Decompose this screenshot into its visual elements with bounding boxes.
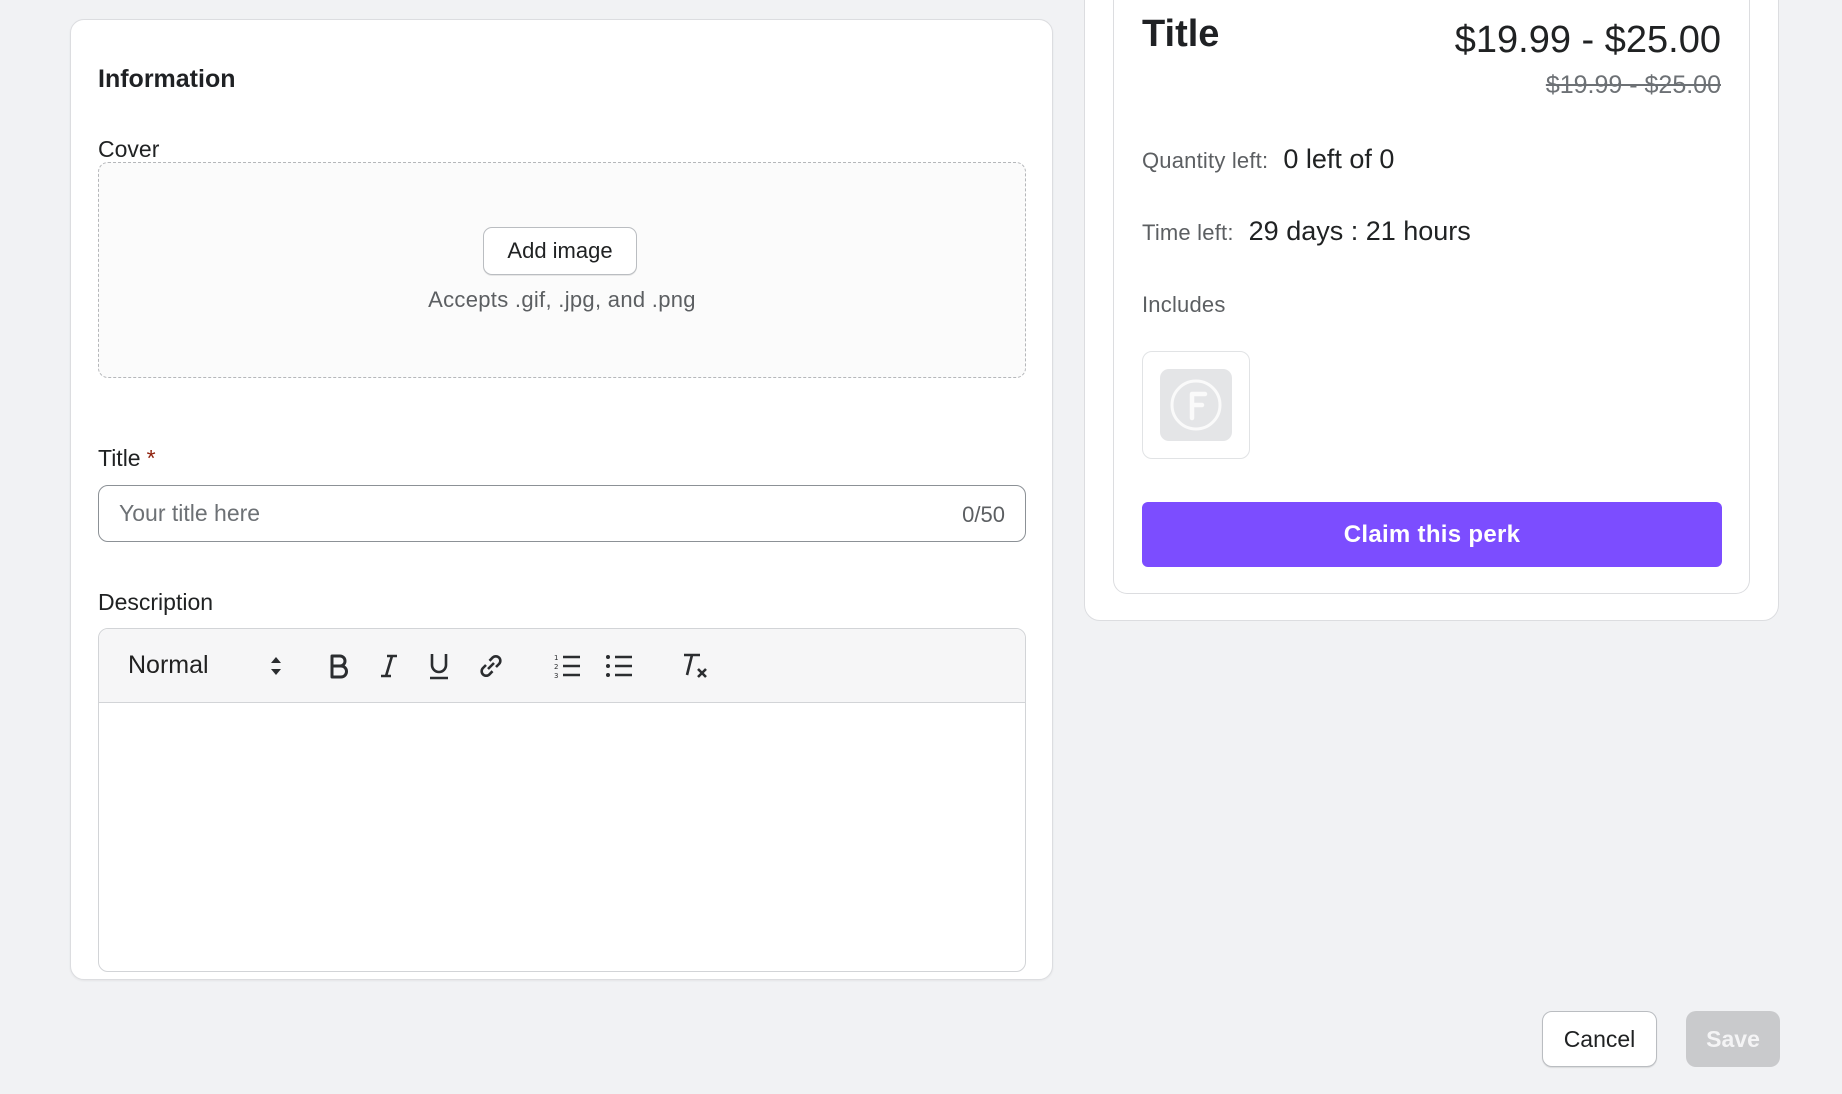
accepted-formats-text: Accepts .gif, .jpg, and .png	[428, 287, 696, 312]
time-left-row: Time left: 29 days : 21 hours	[1142, 216, 1471, 247]
link-icon[interactable]	[473, 648, 509, 684]
perk-preview-card: Title $19.99 - $25.00 $19.99 - $25.00 Qu…	[1113, 0, 1750, 594]
text-format-value: Normal	[128, 651, 209, 679]
underline-icon[interactable]	[421, 648, 457, 684]
quantity-left-label: Quantity left:	[1142, 148, 1269, 173]
included-item-thumbnail[interactable]	[1142, 351, 1250, 459]
quantity-left-value: 0 left of 0	[1283, 144, 1395, 174]
claim-perk-button[interactable]: Claim this perk	[1142, 502, 1722, 567]
description-textarea[interactable]	[99, 703, 1025, 971]
time-left-value: 29 days : 21 hours	[1248, 216, 1471, 246]
cover-dropzone[interactable]: Add image Accepts .gif, .jpg, and .png	[98, 162, 1026, 378]
information-card: Information Cover Add image Accepts .gif…	[70, 19, 1053, 980]
clear-format-icon[interactable]	[677, 648, 713, 684]
description-editor: Normal 123	[98, 628, 1026, 972]
includes-label: Includes	[1142, 292, 1226, 317]
ordered-list-icon[interactable]: 123	[549, 648, 585, 684]
save-button[interactable]: Save	[1686, 1011, 1780, 1067]
select-arrows-icon	[269, 655, 283, 684]
svg-text:1: 1	[554, 654, 558, 662]
description-label: Description	[98, 589, 214, 615]
svg-text:3: 3	[554, 672, 558, 679]
preview-panel: Title $19.99 - $25.00 $19.99 - $25.00 Qu…	[1084, 0, 1779, 621]
bold-icon[interactable]	[321, 648, 357, 684]
preview-price: $19.99 - $25.00	[1454, 19, 1721, 61]
required-asterisk: *	[146, 445, 156, 471]
cancel-button[interactable]: Cancel	[1542, 1011, 1657, 1067]
bullet-list-icon[interactable]	[601, 648, 637, 684]
title-input[interactable]	[119, 486, 919, 541]
title-field: 0/50	[98, 485, 1026, 542]
title-label: Title *	[98, 445, 156, 472]
title-char-count: 0/50	[962, 502, 1005, 527]
italic-icon[interactable]	[371, 648, 407, 684]
svg-text:2: 2	[554, 663, 558, 671]
preview-compare-price: $19.99 - $25.00	[1545, 71, 1721, 99]
quantity-left-row: Quantity left: 0 left of 0	[1142, 144, 1394, 175]
editor-toolbar: Normal 123	[99, 629, 1025, 703]
information-heading: Information	[98, 65, 236, 93]
cover-label: Cover	[98, 136, 160, 162]
preview-title: Title	[1142, 13, 1220, 55]
text-format-select[interactable]: Normal	[128, 649, 283, 683]
f-logo-icon	[1160, 369, 1232, 441]
add-image-button[interactable]: Add image	[483, 227, 637, 275]
time-left-label: Time left:	[1142, 220, 1234, 245]
title-label-text: Title	[98, 445, 141, 471]
